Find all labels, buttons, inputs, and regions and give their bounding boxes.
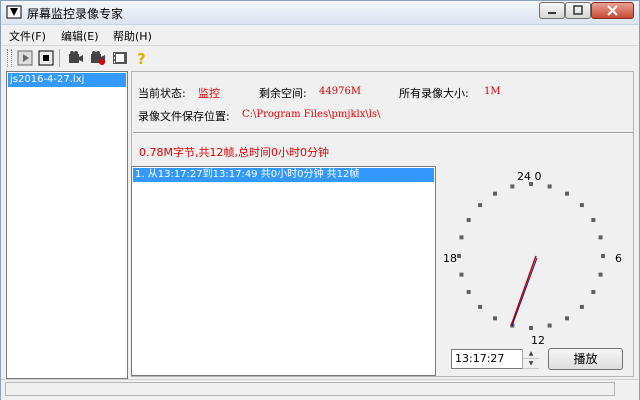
camera-icon[interactable] [67, 49, 85, 67]
clock-tick [459, 272, 464, 277]
play-button[interactable]: 播放 [548, 348, 623, 370]
free-space-value: 44976M [319, 86, 362, 97]
app-icon [6, 5, 22, 19]
clock-tick [529, 326, 533, 330]
file-list[interactable]: js2016-4-27.lxj [6, 71, 128, 379]
clock-tick [591, 290, 596, 294]
clock-tick [598, 235, 603, 240]
clock-ticks [457, 182, 605, 330]
clock-hand-blue [511, 257, 538, 327]
clock-hand-red [510, 255, 537, 327]
save-path-label: 录像文件保存位置: [138, 110, 230, 123]
clock-tick [601, 254, 605, 258]
title-bar: 屏幕监控录像专家 [1, 1, 639, 25]
clock-label-top: 24 0 [517, 170, 542, 183]
clock-tick [478, 203, 483, 208]
minimize-icon [548, 12, 556, 14]
clock-tick [565, 191, 569, 196]
total-size-value: 1M [484, 86, 501, 97]
close-button[interactable] [591, 2, 634, 19]
menu-help[interactable]: 帮助(H) [113, 28, 152, 44]
status-label: 当前状态: [138, 87, 186, 100]
clock-tick [547, 184, 552, 189]
spin-up-icon[interactable]: ▲ [523, 349, 539, 359]
clock-label-bottom: 12 [531, 334, 545, 346]
svg-text:?: ? [137, 50, 146, 67]
clock-tick [493, 191, 497, 196]
clock-tick [579, 203, 584, 208]
clock-tick [565, 316, 569, 321]
time-spinner[interactable]: ▲ ▼ [522, 349, 539, 369]
play-icon[interactable] [17, 49, 35, 67]
spin-down-icon[interactable]: ▼ [523, 359, 539, 369]
menu-bar: 文件(F) 编辑(E) 帮助(H) [1, 25, 639, 45]
help-icon[interactable]: ? [133, 49, 151, 67]
toolbar: ? [1, 45, 639, 70]
toolbar-grip[interactable] [7, 49, 12, 67]
clock-tick [591, 218, 596, 222]
clock-tick [493, 316, 497, 321]
window-title: 屏幕监控录像专家 [27, 7, 124, 21]
status-field [5, 382, 615, 396]
maximize-icon [573, 5, 583, 15]
app-window: 屏幕监控录像专家 文件(F) 编辑(E) 帮助(H) ? js2016-4-27… [0, 0, 640, 400]
stop-icon[interactable] [38, 49, 56, 67]
close-icon [607, 5, 618, 16]
file-item[interactable]: js2016-4-27.lxj [8, 73, 126, 87]
clock-tick [478, 304, 483, 309]
clock-tick [466, 218, 471, 222]
free-space-label: 剩余空间: [259, 87, 307, 100]
clock-label-left: 18 [443, 252, 457, 265]
recording-summary: 0.78M字节,共12帧,总时间0小时0分钟 [139, 146, 329, 159]
film-icon[interactable] [111, 49, 129, 67]
clock-tick [598, 272, 603, 277]
list-item[interactable]: 1. 从13:17:27到13:17:49 共0小时0分钟 共12帧 [133, 168, 434, 182]
menu-edit[interactable]: 编辑(E) [61, 28, 99, 44]
clock-tick [459, 235, 464, 240]
maximize-button[interactable] [565, 2, 591, 19]
minimize-button[interactable] [539, 2, 565, 19]
save-path-value: C:\Program Files\pmjklx\ls\ [242, 109, 381, 120]
clock-dial: 24 0 6 12 18 [443, 170, 622, 346]
divider [133, 132, 633, 134]
clock-tick [466, 290, 471, 294]
clock-tick [579, 304, 584, 309]
clock-tick [457, 254, 461, 258]
clock-tick [547, 323, 552, 328]
toolbar-separator [59, 49, 60, 67]
record-list[interactable]: 1. 从13:17:27到13:17:49 共0小时0分钟 共12帧 [131, 166, 436, 376]
clock-label-right: 6 [615, 252, 622, 265]
status-value: 监控 [198, 87, 220, 100]
total-size-label: 所有录像大小: [399, 87, 469, 100]
clock-tick [510, 184, 515, 189]
menu-file[interactable]: 文件(F) [9, 28, 46, 44]
camera-record-icon[interactable] [89, 49, 107, 67]
status-bar [1, 379, 639, 400]
